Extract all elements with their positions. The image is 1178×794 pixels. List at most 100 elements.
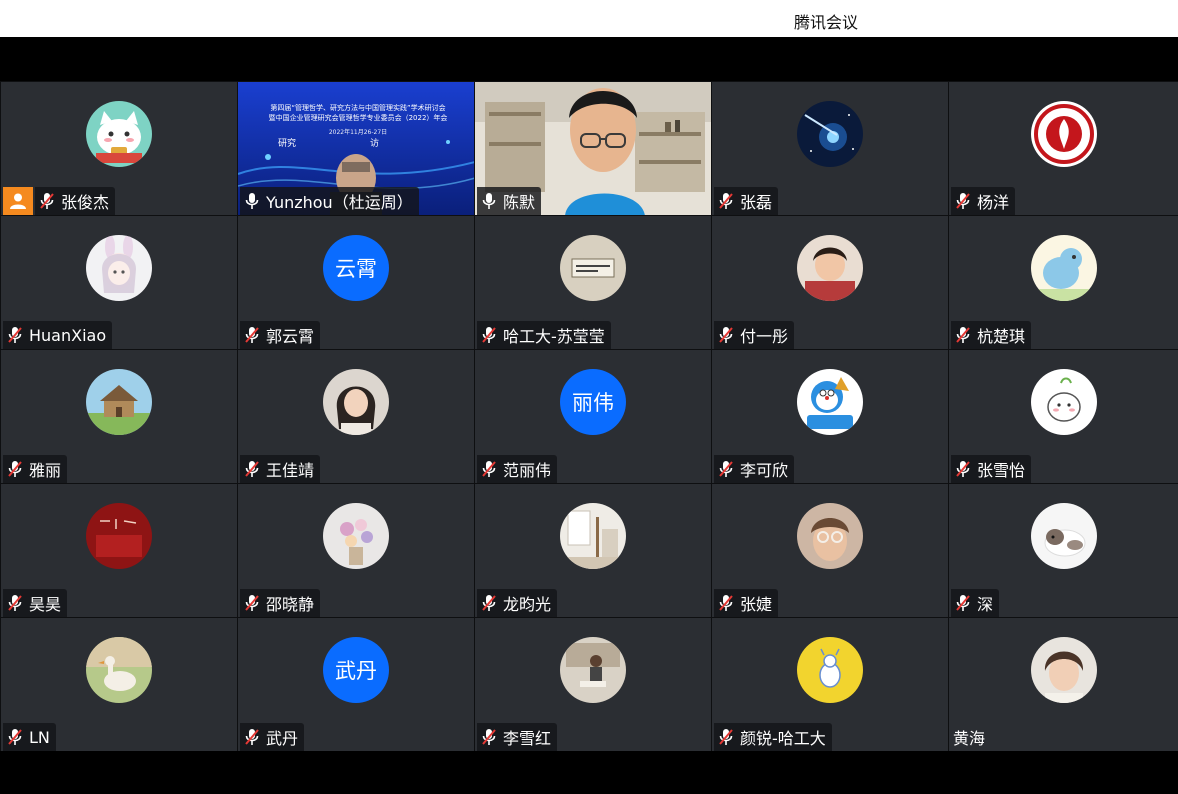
participant-name-label: 陈默 — [477, 187, 542, 215]
participant-tile[interactable]: 李雪红 — [474, 617, 711, 751]
participant-tile[interactable]: 李可欣 — [711, 349, 948, 483]
mic-muted-icon — [719, 193, 733, 209]
slide-text: 研究 — [278, 139, 297, 149]
mic-muted-icon — [482, 729, 496, 745]
university-seal-icon — [1030, 101, 1097, 167]
participant-tile[interactable]: 邵晓静 — [237, 483, 474, 617]
person-photo-icon — [1030, 637, 1097, 703]
participant-name: 武丹 — [266, 729, 299, 748]
participant-name: 黄海 — [953, 729, 986, 748]
mic-muted-icon — [956, 595, 970, 611]
participant-name-label: 范丽伟 — [477, 455, 558, 483]
yellow-cartoon-icon — [797, 637, 863, 703]
participant-name-label: 张雪怡 — [951, 455, 1032, 483]
participant-name-label: 颜锐-哈工大 — [714, 723, 832, 751]
participant-name-label: 张婕 — [714, 589, 779, 617]
participant-tile[interactable]: 丽伟 范丽伟 — [474, 349, 711, 483]
slide-text: 第四届“管理哲学、研究方法与中国管理实践”学术研讨会 — [270, 104, 446, 112]
participant-grid: 张俊杰 第四届“管理哲学、研究方法与中国管理实践”学术研讨会 暨中国企业管理研究… — [0, 81, 1178, 751]
participant-name-label: 昊昊 — [3, 589, 68, 617]
cat-cartoon-icon — [86, 101, 152, 167]
anime-girl-icon — [86, 235, 152, 301]
good-child-photo-icon — [797, 503, 863, 569]
participant-tile[interactable]: 雅丽 — [0, 349, 237, 483]
participant-name-label: 李雪红 — [477, 723, 558, 751]
participant-name: 张婕 — [740, 595, 773, 614]
participant-name-label: 邵晓静 — [240, 589, 321, 617]
sign-photo-icon — [560, 235, 626, 301]
participant-name: 昊昊 — [29, 595, 62, 614]
participant-name: 龙昀光 — [503, 595, 552, 614]
mic-icon — [245, 193, 259, 209]
participant-name-label: LN — [3, 723, 56, 751]
text-avatar: 云霄 — [323, 235, 389, 301]
participant-name: 张磊 — [740, 193, 773, 212]
participant-name: 李可欣 — [740, 461, 789, 480]
participant-tile[interactable]: 黄海 — [948, 617, 1178, 751]
participant-tile[interactable]: 武丹 武丹 — [237, 617, 474, 751]
participant-tile[interactable]: 王佳靖 — [237, 349, 474, 483]
mic-muted-icon — [482, 461, 496, 477]
participant-tile[interactable]: 张俊杰 — [0, 81, 237, 215]
participant-name-label: 龙昀光 — [477, 589, 558, 617]
participant-name-label: 武丹 — [240, 723, 305, 751]
participant-name-label: 哈工大-苏莹莹 — [477, 321, 611, 349]
participant-tile[interactable]: 张雪怡 — [948, 349, 1178, 483]
participant-name-label: 郭云霄 — [240, 321, 321, 349]
participant-name-label: 王佳靖 — [240, 455, 321, 483]
participant-name: 哈工大-苏莹莹 — [503, 327, 605, 346]
galaxy-icon — [797, 101, 863, 167]
mic-muted-icon — [719, 729, 733, 745]
participant-tile[interactable]: LN — [0, 617, 237, 751]
user-icon — [10, 193, 26, 209]
participant-tile[interactable]: 颜锐-哈工大 — [711, 617, 948, 751]
participant-tile[interactable]: 张婕 — [711, 483, 948, 617]
participant-name: 颜锐-哈工大 — [740, 729, 826, 748]
participant-tile[interactable]: 陈默 — [474, 81, 711, 215]
mic-muted-icon — [245, 595, 259, 611]
child-photo-icon — [797, 235, 863, 301]
text-avatar: 丽伟 — [560, 369, 626, 435]
participant-name: 杨洋 — [977, 193, 1010, 212]
mic-muted-icon — [8, 327, 22, 343]
participant-tile[interactable]: 昊昊 — [0, 483, 237, 617]
participant-name-label: 张俊杰 — [35, 187, 116, 215]
seated-person-photo-icon — [560, 637, 626, 703]
slide-text: 暨中国企业管理研究会管理哲学专业委员会（2022）年会 — [268, 114, 448, 122]
cat-photo-icon — [1030, 503, 1097, 569]
participant-name: 张俊杰 — [61, 193, 110, 212]
participant-tile[interactable]: 杨洋 — [948, 81, 1178, 215]
flowers-photo-icon — [323, 503, 389, 569]
slide-text: 2022年11月26-27日 — [328, 129, 388, 136]
red-art-icon — [86, 503, 152, 569]
participant-name: 深 — [977, 595, 994, 614]
participant-tile[interactable]: 杭楚琪 — [948, 215, 1178, 349]
participant-name: 郭云霄 — [266, 327, 315, 346]
participant-tile[interactable]: HuanXiao — [0, 215, 237, 349]
participant-tile[interactable]: 云霄 郭云霄 — [237, 215, 474, 349]
participant-name: HuanXiao — [29, 325, 107, 345]
participant-tile[interactable]: 深 — [948, 483, 1178, 617]
participant-tile[interactable]: 龙昀光 — [474, 483, 711, 617]
participant-tile[interactable]: 哈工大-苏莹莹 — [474, 215, 711, 349]
mic-muted-icon — [245, 327, 259, 343]
participant-name: Yunzhou（杜运周） — [266, 193, 413, 212]
participant-name: 李雪红 — [503, 729, 552, 748]
participant-tile[interactable]: 第四届“管理哲学、研究方法与中国管理实践”学术研讨会 暨中国企业管理研究会管理哲… — [237, 81, 474, 215]
participant-name: LN — [29, 727, 50, 747]
mic-muted-icon — [245, 461, 259, 477]
room-photo-icon — [560, 503, 626, 569]
mic-muted-icon — [719, 595, 733, 611]
participant-name-label: Yunzhou（杜运周） — [240, 187, 419, 215]
participant-tile[interactable]: 张磊 — [711, 81, 948, 215]
participant-name-label: 杨洋 — [951, 187, 1016, 215]
participant-name-label: 杭楚琪 — [951, 321, 1032, 349]
participant-tile[interactable]: 付一彤 — [711, 215, 948, 349]
mic-muted-icon — [8, 595, 22, 611]
participant-name-label: 雅丽 — [3, 455, 68, 483]
dinosaur-cartoon-icon — [1030, 235, 1097, 301]
sticker-cartoon-icon — [1030, 369, 1097, 435]
host-badge — [3, 187, 33, 215]
window-title: 腾讯会议 — [794, 13, 859, 32]
mic-icon — [482, 193, 496, 209]
